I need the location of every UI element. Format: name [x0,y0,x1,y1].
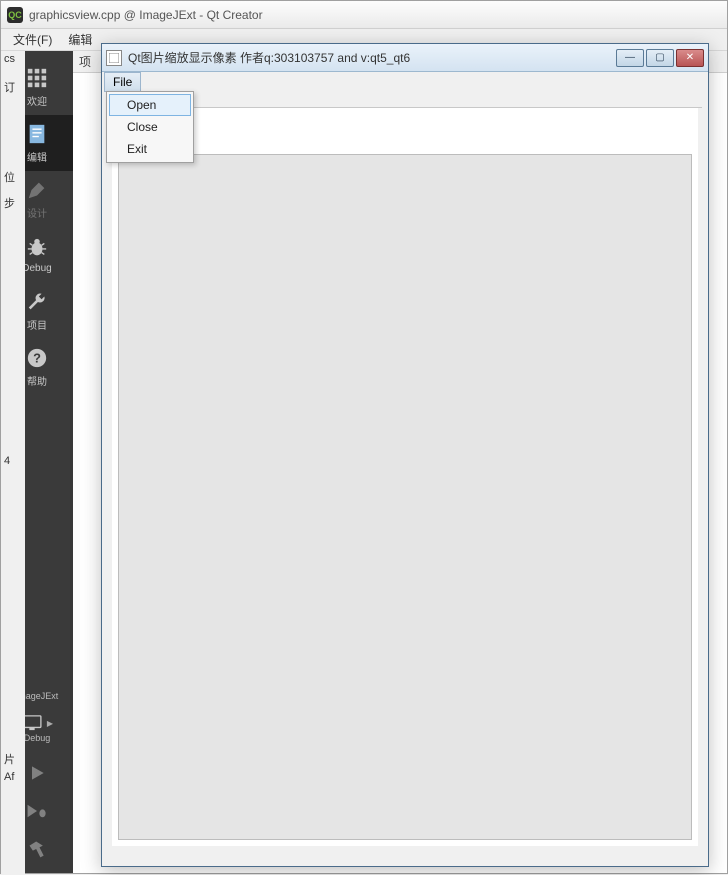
close-button[interactable]: ✕ [676,49,704,67]
qt-creator-window: QC graphicsview.cpp @ ImageJExt - Qt Cre… [0,0,728,874]
mode-label: Debug [22,263,51,274]
maximize-button[interactable]: ▢ [646,49,674,67]
mode-label: 项目 [27,317,47,332]
app-icon [106,50,122,66]
main-titlebar[interactable]: QC graphicsview.cpp @ ImageJExt - Qt Cre… [1,1,727,29]
play-icon [27,763,47,783]
background-fragments: cs 订 位 步 4 片 Af [1,51,25,875]
mode-label: 帮助 [27,373,47,388]
play-bug-icon [26,801,48,821]
pencil-icon [26,179,48,201]
hammer-icon [27,839,47,859]
app-tabbar [108,94,702,108]
mode-label: 欢迎 [27,93,47,108]
menu-close[interactable]: Close [109,116,191,138]
main-title: graphicsview.cpp @ ImageJExt - Qt Creato… [29,8,263,22]
app-menubar: File [102,72,708,92]
menu-edit[interactable]: 编辑 [60,28,100,51]
mode-label: 编辑 [27,149,47,164]
kit-mode: Debug [24,733,51,743]
qt-creator-icon: QC [7,7,23,23]
mode-label: 设计 [27,205,47,220]
app-window: Qt图片缩放显示像素 作者q:303103757 and v:qt5_qt6 —… [101,43,709,867]
graphics-view[interactable] [118,154,692,840]
wrench-icon [26,291,48,313]
app-content [112,108,698,846]
menu-file[interactable]: 文件(F) [5,28,60,51]
editor-tab-fragment: 项 [79,55,91,69]
app-title: Qt图片缩放显示像素 作者q:303103757 and v:qt5_qt6 [128,49,410,66]
app-menu-file[interactable]: File [104,72,141,92]
menu-open[interactable]: Open [109,94,191,116]
window-controls: — ▢ ✕ [616,49,704,67]
minimize-button[interactable]: — [616,49,644,67]
grid-icon [26,67,48,89]
question-icon: ? [26,347,48,369]
menu-exit[interactable]: Exit [109,138,191,160]
chevron-right-icon: ▶ [47,719,53,728]
document-icon [26,123,48,145]
bug-icon [26,237,48,259]
svg-text:?: ? [33,350,41,365]
app-titlebar[interactable]: Qt图片缩放显示像素 作者q:303103757 and v:qt5_qt6 —… [102,44,708,72]
file-menu-dropdown: Open Close Exit [106,91,194,163]
